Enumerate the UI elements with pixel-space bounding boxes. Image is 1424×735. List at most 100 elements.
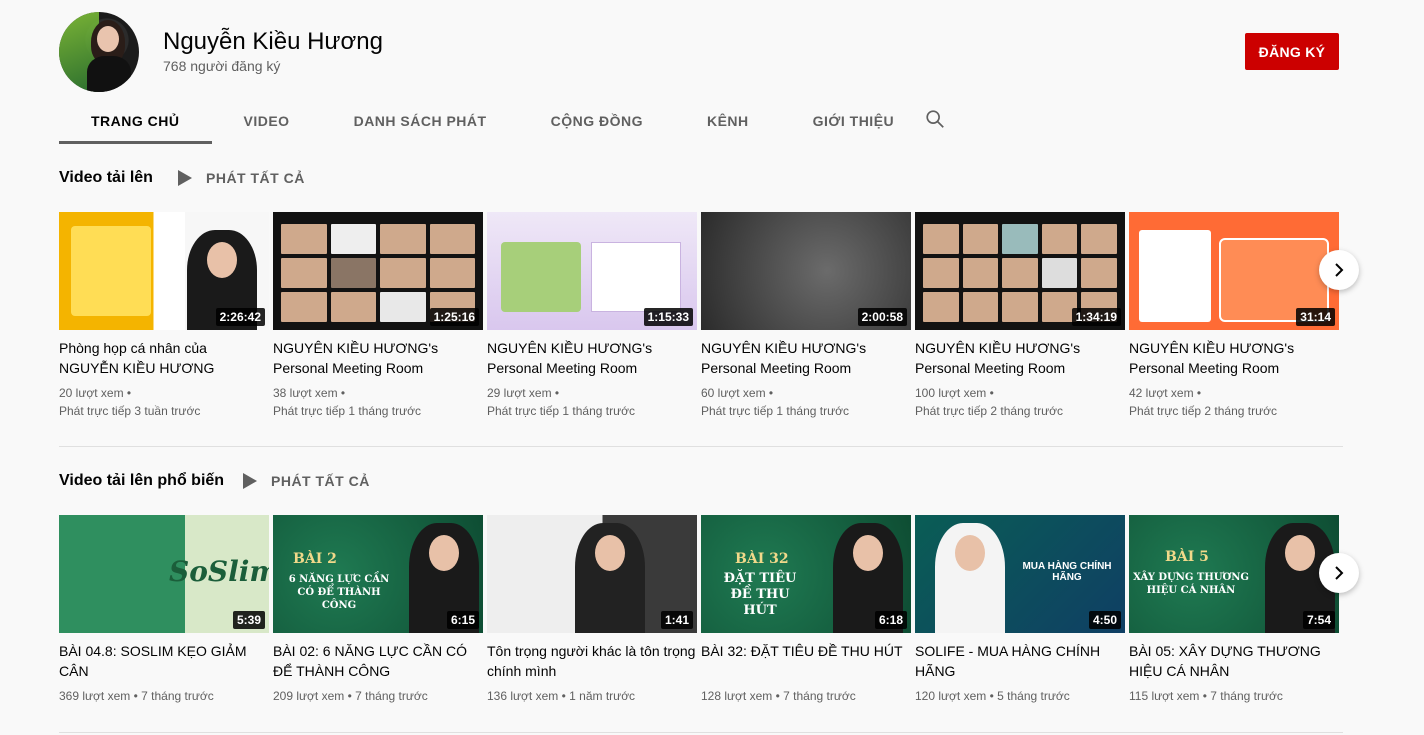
tab-community[interactable]: CỘNG ĐỒNG xyxy=(519,97,675,144)
video-views: 60 lượt xem xyxy=(701,386,766,400)
video-views: 20 lượt xem xyxy=(59,386,124,400)
shelf-next-button[interactable] xyxy=(1319,250,1359,290)
channel-header: Nguyễn Kiều Hương 768 người đăng ký ĐĂNG… xyxy=(0,0,1424,144)
video-duration: 2:00:58 xyxy=(857,308,907,326)
video-time: 1 năm trước xyxy=(569,689,636,703)
video-thumbnail[interactable]: MUA HÀNG CHÍNH HÃNG 4:50 xyxy=(915,515,1125,633)
video-title[interactable]: NGUYÊN KIỀU HƯƠNG's Personal Meeting Roo… xyxy=(915,338,1125,378)
video-time: 7 tháng trước xyxy=(141,689,214,703)
video-title[interactable]: BÀI 02: 6 NĂNG LỰC CẦN CÓ ĐỂ THÀNH CÔNG xyxy=(273,641,483,681)
tab-home[interactable]: TRANG CHỦ xyxy=(59,97,212,144)
video-time: Phát trực tiếp 1 tháng trước xyxy=(487,404,636,418)
video-thumbnail[interactable]: 1:41 xyxy=(487,515,697,633)
thumbnail-text: XÂY DỰNG THƯƠNG HIỆU CÁ NHÂN xyxy=(1133,572,1249,596)
video-thumbnail[interactable]: BÀI 32 ĐẶT TIÊU ĐỀ THU HÚT 6:18 xyxy=(701,515,911,633)
shelf-next-button[interactable] xyxy=(1319,553,1359,593)
tab-channels[interactable]: KÊNH xyxy=(675,97,781,144)
video-views: 38 lượt xem xyxy=(273,386,338,400)
search-icon[interactable] xyxy=(924,108,946,130)
video-card[interactable]: 2:26:42 Phòng họp cá nhân của NGUYỄN KIỀ… xyxy=(59,212,269,420)
subscriber-count: 768 người đăng ký xyxy=(163,58,281,74)
video-card[interactable]: 31:14 NGUYÊN KIỀU HƯƠNG's Personal Meeti… xyxy=(1129,212,1339,420)
thumbnail-text: BÀI 32 xyxy=(735,551,789,567)
video-card[interactable]: BÀI 2 6 NĂNG LỰC CẦN CÓ ĐỂ THÀNH CÔNG 6:… xyxy=(273,515,483,705)
thumbnail-text: BÀI 2 xyxy=(293,551,337,567)
video-thumbnail[interactable]: SoSlim 5:39 xyxy=(59,515,269,633)
video-card[interactable]: 1:34:19 NGUYÊN KIỀU HƯƠNG's Personal Mee… xyxy=(915,212,1125,420)
shelf-divider xyxy=(59,446,1343,447)
play-all-label: PHÁT TẤT CẢ xyxy=(271,473,370,489)
thumbnail-text: ĐẶT TIÊU ĐỀ THU HÚT xyxy=(723,571,797,618)
video-thumbnail[interactable]: BÀI 2 6 NĂNG LỰC CẦN CÓ ĐỂ THÀNH CÔNG 6:… xyxy=(273,515,483,633)
video-views: 128 lượt xem xyxy=(701,689,773,703)
thumbnail-text: MUA HÀNG CHÍNH HÃNG xyxy=(1022,561,1112,583)
video-duration: 5:39 xyxy=(232,611,265,629)
video-card[interactable]: 2:00:58 NGUYÊN KIỀU HƯƠNG's Personal Mee… xyxy=(701,212,911,420)
video-title[interactable]: BÀI 32: ĐẶT TIÊU ĐỀ THU HÚT xyxy=(701,641,911,681)
video-thumbnail[interactable]: 1:34:19 xyxy=(915,212,1125,330)
video-duration: 1:25:16 xyxy=(429,308,479,326)
video-duration: 1:15:33 xyxy=(643,308,693,326)
video-duration: 6:15 xyxy=(446,611,479,629)
video-card[interactable]: SoSlim 5:39 BÀI 04.8: SOSLIM KẸO GIẢM CÂ… xyxy=(59,515,269,705)
video-card[interactable]: 1:25:16 NGUYÊN KIỀU HƯƠNG's Personal Mee… xyxy=(273,212,483,420)
shelf-title-uploads: Video tải lên xyxy=(59,169,153,186)
video-title[interactable]: NGUYÊN KIỀU HƯƠNG's Personal Meeting Roo… xyxy=(701,338,911,378)
channel-tabs: TRANG CHỦ VIDEO DANH SÁCH PHÁT CỘNG ĐỒNG… xyxy=(59,97,926,144)
video-thumbnail[interactable]: 1:15:33 xyxy=(487,212,697,330)
video-views: 29 lượt xem xyxy=(487,386,552,400)
tab-about[interactable]: GIỚI THIỆU xyxy=(781,97,927,144)
video-thumbnail[interactable]: 2:26:42 xyxy=(59,212,269,330)
shelf-title-popular: Video tải lên phổ biến xyxy=(59,472,225,489)
video-card[interactable]: MUA HÀNG CHÍNH HÃNG 4:50 SOLIFE - MUA HÀ… xyxy=(915,515,1125,705)
tab-videos[interactable]: VIDEO xyxy=(212,97,322,144)
video-duration: 4:50 xyxy=(1088,611,1121,629)
video-card[interactable]: BÀI 32 ĐẶT TIÊU ĐỀ THU HÚT 6:18 BÀI 32: … xyxy=(701,515,911,705)
tab-playlists[interactable]: DANH SÁCH PHÁT xyxy=(322,97,519,144)
video-time: 5 tháng trước xyxy=(997,689,1070,703)
video-time: Phát trực tiếp 1 tháng trước xyxy=(701,404,850,418)
thumbnail-text: BÀI 5 xyxy=(1165,549,1209,565)
subscribe-button[interactable]: ĐĂNG KÝ xyxy=(1245,33,1339,70)
video-title[interactable]: NGUYÊN KIỀU HƯƠNG's Personal Meeting Roo… xyxy=(487,338,697,378)
chevron-right-icon xyxy=(1335,263,1344,277)
channel-avatar[interactable] xyxy=(59,12,139,92)
video-card[interactable]: 1:41 Tôn trọng người khác là tôn trọng c… xyxy=(487,515,697,705)
video-duration: 1:34:19 xyxy=(1071,308,1121,326)
video-title[interactable]: NGUYÊN KIỀU HƯƠNG's Personal Meeting Roo… xyxy=(273,338,483,378)
video-time: Phát trực tiếp 2 tháng trước xyxy=(1129,404,1278,418)
video-time: 7 tháng trước xyxy=(1210,689,1283,703)
video-thumbnail[interactable]: BÀI 5 XÂY DỰNG THƯƠNG HIỆU CÁ NHÂN 7:54 xyxy=(1129,515,1339,633)
video-views: 100 lượt xem xyxy=(915,386,987,400)
video-time: 7 tháng trước xyxy=(783,689,856,703)
video-thumbnail[interactable]: 1:25:16 xyxy=(273,212,483,330)
video-views: 136 lượt xem xyxy=(487,689,559,703)
video-thumbnail[interactable]: 31:14 xyxy=(1129,212,1339,330)
video-title[interactable]: Phòng họp cá nhân của NGUYỄN KIỀU HƯƠNG xyxy=(59,338,269,378)
video-views: 115 lượt xem xyxy=(1129,689,1200,703)
video-time: Phát trực tiếp 2 tháng trước xyxy=(915,404,1064,418)
video-card[interactable]: BÀI 5 XÂY DỰNG THƯƠNG HIỆU CÁ NHÂN 7:54 … xyxy=(1129,515,1339,705)
play-all-uploads[interactable]: PHÁT TẤT CẢ xyxy=(178,170,305,186)
play-icon xyxy=(243,473,257,489)
channel-content: Video tải lên PHÁT TẤT CẢ 2:26:42 Phòng … xyxy=(0,144,1424,735)
video-duration: 7:54 xyxy=(1302,611,1335,629)
thumbnail-text: 6 NĂNG LỰC CẦN CÓ ĐỂ THÀNH CÔNG xyxy=(288,574,390,611)
video-title[interactable]: NGUYÊN KIỀU HƯƠNG's Personal Meeting Roo… xyxy=(1129,338,1339,378)
video-views: 209 lượt xem xyxy=(273,689,345,703)
video-duration: 31:14 xyxy=(1296,308,1335,326)
video-title[interactable]: SOLIFE - MUA HÀNG CHÍNH HÃNG xyxy=(915,641,1125,681)
video-duration: 1:41 xyxy=(660,611,693,629)
video-title[interactable]: BÀI 04.8: SOSLIM KẸO GIẢM CÂN xyxy=(59,641,269,681)
video-card[interactable]: 1:15:33 NGUYÊN KIỀU HƯƠNG's Personal Mee… xyxy=(487,212,697,420)
thumbnail-text: SoSlim xyxy=(169,555,269,588)
video-title[interactable]: BÀI 05: XÂY DỰNG THƯƠNG HIỆU CÁ NHÂN xyxy=(1129,641,1339,681)
video-views: 369 lượt xem xyxy=(59,689,131,703)
video-thumbnail[interactable]: 2:00:58 xyxy=(701,212,911,330)
play-all-popular[interactable]: PHÁT TẤT CẢ xyxy=(243,473,370,489)
video-duration: 6:18 xyxy=(874,611,907,629)
play-all-label: PHÁT TẤT CẢ xyxy=(206,170,305,186)
video-views: 42 lượt xem xyxy=(1129,386,1194,400)
shelf-divider xyxy=(59,732,1343,733)
video-title[interactable]: Tôn trọng người khác là tôn trọng chính … xyxy=(487,641,697,681)
